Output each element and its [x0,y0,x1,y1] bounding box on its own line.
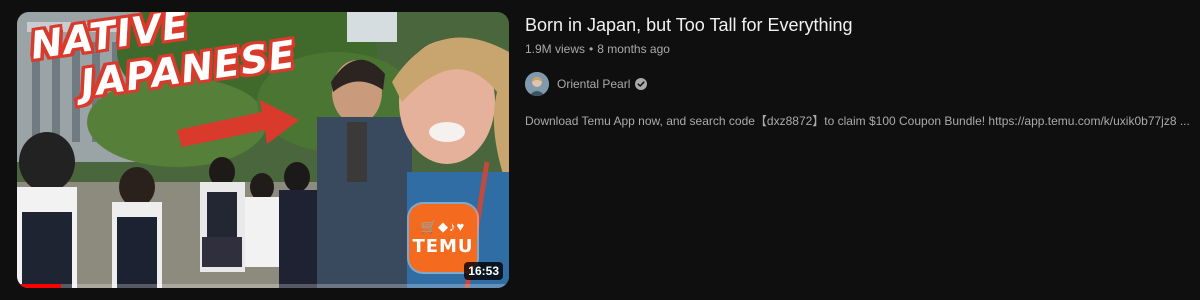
watch-progress-bar [17,284,509,288]
channel-avatar[interactable] [525,72,549,96]
view-count: 1.9M views [525,42,586,56]
video-metadata: 1.9M views • 8 months ago [525,40,1190,58]
video-description-snippet: Download Temu App now, and search code【d… [525,114,1190,128]
channel-info: Oriental Pearl [525,72,1190,96]
video-thumbnail[interactable]: NATIVE JAPANESE 🛒◆♪♥ TEMU 16:53 [17,12,509,288]
meta-separator: • [589,42,594,56]
video-details: Born in Japan, but Too Tall for Everythi… [525,12,1190,130]
video-title[interactable]: Born in Japan, but Too Tall for Everythi… [525,12,1190,38]
duration-badge: 16:53 [464,262,503,280]
temu-logo-text: TEMU [412,235,474,257]
watch-progress-fill [17,284,62,288]
avatar-image-icon [525,72,549,96]
video-result-row[interactable]: NATIVE JAPANESE 🛒◆♪♥ TEMU 16:53 Born in … [0,0,1200,300]
upload-age: 8 months ago [597,42,670,56]
channel-name[interactable]: Oriental Pearl [557,77,630,91]
verified-badge-icon [635,78,648,90]
temu-logo-glyphs: 🛒◆♪♥ [420,218,466,234]
